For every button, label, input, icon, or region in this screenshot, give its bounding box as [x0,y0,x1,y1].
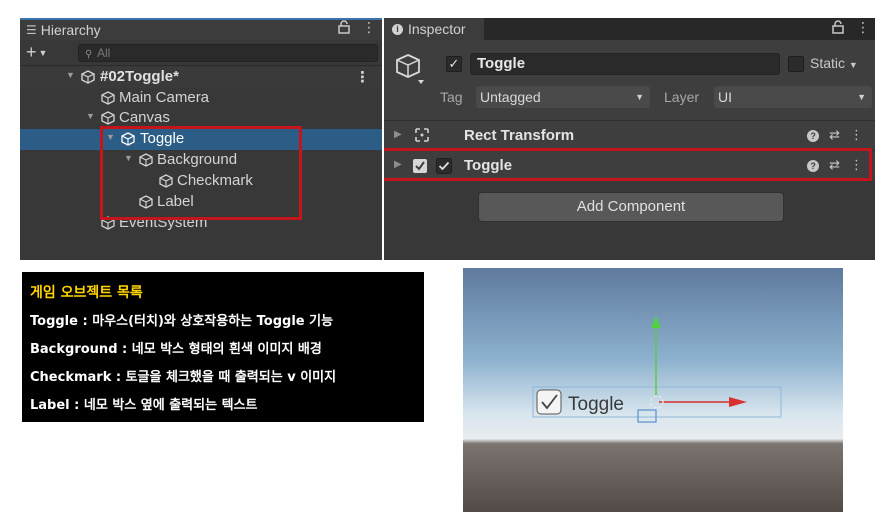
gameobject-cube-icon[interactable] [394,52,428,86]
static-label: Static [810,55,846,71]
cube-icon [100,90,116,106]
caption-line: Background : 네모 박스 형태의 흰색 이미지 배경 [30,342,322,357]
toggle-background [536,389,562,415]
tree-item-label: Main Camera [119,89,210,106]
tree-item-label: Canvas [119,109,170,126]
inspector-tab-label: Inspector [408,21,466,37]
expand-arrow-icon[interactable]: ▼ [86,111,95,121]
layer-value: UI [718,89,732,105]
scene-viewport: Toggle [463,268,843,512]
expand-arrow-icon[interactable]: ▶ [394,129,402,140]
highlight-box [384,148,872,181]
tag-value: Untagged [480,89,541,105]
layer-label: Layer [664,89,700,105]
hierarchy-panel: ☰ Hierarchy ⋮ + ▼ ⚲ All ▼ #02Toggle* ⋮ M… [20,18,382,260]
list-icon: ☰ [26,23,37,37]
tag-dropdown[interactable]: Untagged ▼ [476,86,650,108]
hierarchy-tab-bar: ☰ Hierarchy ⋮ [20,18,382,40]
inspector-tab-bar: i Inspector ⋮ [384,18,875,40]
caption-line: Toggle : 마우스(터치)와 상호작용하는 Toggle 기능 [30,314,334,329]
gameobject-header: ✓ Toggle Static ▼ Tag Untagged ▼ Layer U… [384,40,875,132]
add-component-button[interactable]: Add Component [478,192,784,222]
active-checkbox[interactable]: ✓ [446,56,462,72]
chevron-down-icon: ▼ [635,92,644,102]
scene-name: #02Toggle* [100,68,179,85]
caption-line: Checkmark : 토글을 체크했을 때 출력되는 v 이미지 [30,370,337,385]
tag-label: Tag [440,89,463,105]
scene-view[interactable]: Toggle [463,268,843,512]
static-dropdown[interactable]: Static ▼ [810,55,858,71]
kebab-menu-icon[interactable]: ⋮ [856,20,870,36]
create-button[interactable]: + ▼ [26,42,47,63]
kebab-menu-icon[interactable]: ⋮ [355,68,370,86]
caption-title: 게임 오브젝트 목록 [30,285,143,301]
kebab-menu-icon[interactable]: ⋮ [850,127,863,142]
inspector-tab[interactable]: i Inspector [384,18,484,40]
caption-box: 게임 오브젝트 목록 Toggle : 마우스(터치)와 상호작용하는 Togg… [22,272,424,422]
chevron-down-icon: ▼ [38,48,48,59]
presets-icon[interactable]: ⇄ [829,127,840,142]
object-name-field[interactable]: Toggle [470,53,780,75]
toggle-label: Toggle [568,394,624,415]
unity-scene-icon [80,69,96,85]
highlight-box [100,126,302,220]
info-icon: i [392,23,403,35]
skybox [463,268,843,512]
help-icon[interactable]: ? [807,130,820,142]
layer-dropdown[interactable]: UI ▼ [714,86,872,108]
tree-item-main-camera[interactable]: Main Camera [20,88,382,109]
inspector-panel: i Inspector ⋮ ✓ Toggle Static ▼ Tag Unta… [384,18,875,260]
hierarchy-search-input[interactable]: ⚲ All [78,44,378,62]
hierarchy-toolbar: + ▼ ⚲ All [20,40,382,66]
caption-line: Label : 네모 박스 옆에 출력되는 텍스트 [30,398,258,413]
lock-icon[interactable] [832,20,844,38]
hierarchy-tab-label: Hierarchy [40,22,101,38]
kebab-menu-icon[interactable]: ⋮ [362,20,376,36]
component-tools: ? ⇄ ⋮ [797,127,863,143]
component-rect-transform[interactable]: ▶ Rect Transform ? ⇄ ⋮ [384,120,875,150]
static-checkbox[interactable] [788,56,804,72]
chevron-down-icon: ▼ [848,60,858,70]
scene-row[interactable]: ▼ #02Toggle* ⋮ [20,67,382,88]
lock-icon[interactable] [338,20,350,38]
chevron-down-icon: ▼ [857,92,866,102]
hierarchy-tab[interactable]: ☰ Hierarchy [20,18,382,40]
component-name: Rect Transform [464,127,575,144]
search-icon: ⚲ [85,49,93,60]
rect-transform-icon [414,127,430,148]
cube-icon [100,110,116,126]
search-placeholder: All [97,46,111,60]
expand-arrow-icon[interactable]: ▼ [66,70,75,80]
